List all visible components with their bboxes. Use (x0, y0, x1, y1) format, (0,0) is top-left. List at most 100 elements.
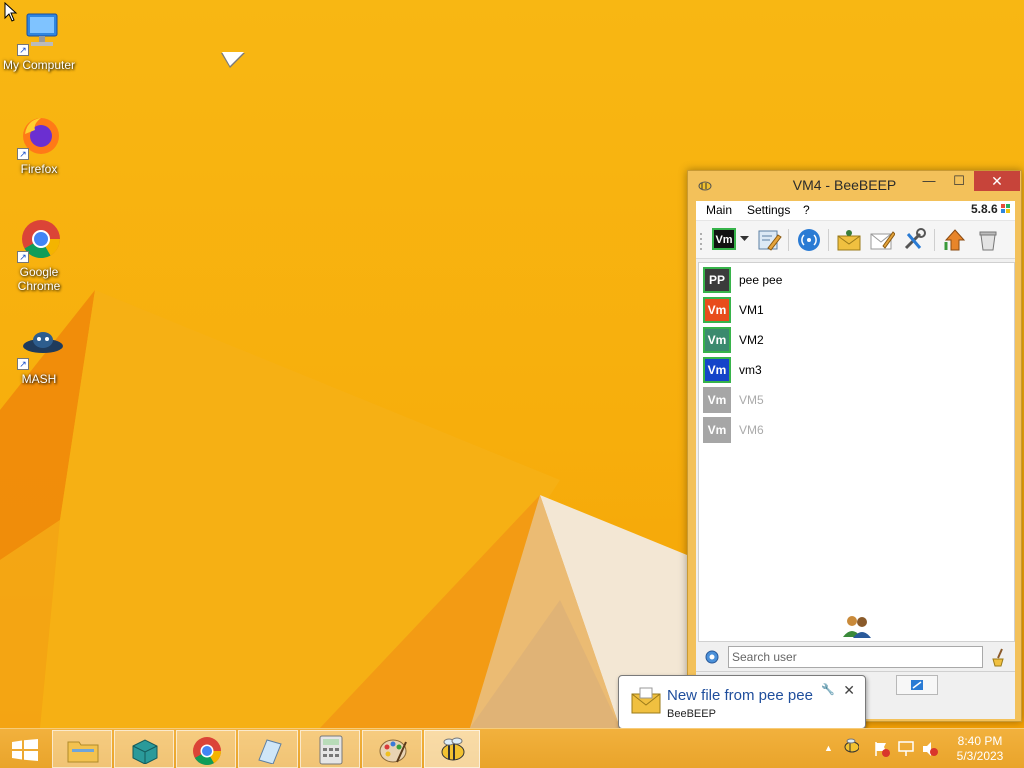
shortcut-arrow-icon: ↗ (17, 44, 29, 56)
settings-gear-icon[interactable] (704, 649, 720, 665)
maximize-button[interactable]: ☐ (946, 171, 972, 191)
taskbar: ▲ 8:40 PM 5/3/2023 (0, 728, 1024, 768)
taskbar-calculator[interactable] (300, 730, 360, 768)
user-list: PP pee pee Vm VM1 Vm VM2 Vm vm3 Vm VM5 V… (698, 262, 1015, 642)
user-avatar: Vm (703, 417, 731, 443)
taskbar-paint[interactable] (362, 730, 422, 768)
desktop-icon-label: Firefox (20, 162, 58, 176)
network-icon[interactable] (898, 741, 914, 757)
desktop-icon-mash[interactable]: ↗ MASH (0, 322, 78, 386)
toolbar-separator (788, 229, 789, 251)
user-row[interactable]: Vm VM1 (703, 297, 1003, 323)
network-button[interactable] (796, 228, 822, 252)
chevron-down-icon (740, 236, 749, 241)
tools-button[interactable] (902, 228, 928, 252)
notification-title: New file from pee pee (667, 687, 813, 704)
user-avatar: PP (703, 267, 731, 293)
computer-icon: ↗ (15, 8, 63, 56)
mash-icon: ↗ (15, 322, 63, 370)
notification-close-button[interactable]: ✕ (843, 682, 855, 699)
bee-icon (441, 737, 465, 761)
notification-source: BeeBEEP (667, 708, 716, 720)
menu-settings[interactable]: Settings (747, 203, 790, 217)
search-user-input[interactable] (728, 646, 983, 668)
beebeep-window[interactable]: VM4 - BeeBEEP — ☐ ✕ Main Settings ? 5.8.… (687, 170, 1022, 722)
menu-main[interactable]: Main (706, 203, 732, 217)
notification-balloon[interactable]: New file from pee pee BeeBEEP 🔧 ✕ (618, 675, 866, 729)
cube-app-icon (132, 739, 158, 764)
shortcut-arrow-icon: ↗ (17, 148, 29, 160)
user-name: VM6 (739, 423, 764, 437)
desktop-icon-label: My Computer (2, 58, 76, 72)
close-button[interactable]: ✕ (974, 171, 1020, 191)
clear-button[interactable] (975, 228, 1001, 252)
user-row[interactable]: Vm VM2 (703, 327, 1003, 353)
window-titlebar[interactable]: VM4 - BeeBEEP — ☐ ✕ (688, 171, 1021, 199)
start-button[interactable] (0, 730, 48, 768)
windows-flag-icon (1001, 204, 1010, 213)
chrome-icon (193, 737, 221, 765)
tab-files[interactable] (896, 675, 938, 695)
user-row[interactable]: Vm VM6 (703, 417, 1003, 443)
minimize-button[interactable]: — (916, 171, 942, 191)
mouse-cursor-icon (4, 2, 18, 22)
update-button[interactable] (942, 228, 968, 252)
notification-settings-icon[interactable]: 🔧 (821, 683, 835, 696)
calculator-icon (319, 735, 343, 765)
shortcut-arrow-icon: ↗ (17, 358, 29, 370)
windows-logo-icon (12, 739, 38, 761)
mail-folder-icon (837, 230, 861, 251)
version-label: 5.8.6 (971, 202, 1011, 216)
clear-search-broom-icon[interactable] (990, 647, 1008, 667)
taskbar-app-cube[interactable] (114, 730, 174, 768)
edit-profile-icon (758, 230, 782, 251)
shortcut-arrow-icon: ↗ (17, 251, 29, 263)
user-row[interactable]: Vm vm3 (703, 357, 1003, 383)
file-transfer-icon (911, 680, 923, 690)
wireless-icon (798, 229, 820, 251)
toolbar: Vm (696, 221, 1015, 259)
volume-muted-icon[interactable] (922, 741, 938, 757)
user-avatar: Vm (703, 387, 731, 413)
taskbar-beebeep[interactable] (424, 730, 480, 768)
taskbar-notes[interactable] (238, 730, 298, 768)
window-client: Main Settings ? 5.8.6 Vm PP pee pee Vm V… (696, 201, 1015, 719)
chrome-icon: ↗ (15, 215, 63, 263)
user-name: vm3 (739, 363, 762, 377)
tools-icon (904, 228, 926, 250)
firefox-icon: ↗ (15, 112, 63, 160)
write-message-button[interactable] (869, 228, 896, 252)
user-avatar: Vm (703, 297, 731, 323)
tray-beebeep-icon[interactable] (843, 737, 859, 753)
taskbar-file-explorer[interactable] (52, 730, 112, 768)
toolbar-separator (828, 229, 829, 251)
desktop-icon-firefox[interactable]: ↗ Firefox (0, 112, 78, 176)
toolbar-grip-icon (700, 233, 702, 250)
clock-date: 5/3/2023 (956, 749, 1004, 763)
upload-arrow-icon (944, 229, 966, 251)
file-share-button[interactable] (836, 228, 862, 252)
taskbar-chrome[interactable] (176, 730, 236, 768)
new-file-mail-icon (631, 687, 661, 714)
user-row[interactable]: PP pee pee (703, 267, 1003, 293)
user-name: VM5 (739, 393, 764, 407)
system-clock[interactable]: 8:40 PM 5/3/2023 (948, 734, 1012, 764)
action-center-flag-icon[interactable] (874, 741, 890, 757)
user-name: VM1 (739, 303, 764, 317)
compose-icon (870, 231, 896, 250)
menu-help[interactable]: ? (803, 203, 810, 217)
users-group-icon[interactable] (841, 613, 873, 639)
clock-time: 8:40 PM (957, 734, 1003, 748)
notepad-icon (258, 739, 282, 764)
toolbar-separator (934, 229, 935, 251)
desktop-icon-label: MASH (21, 372, 57, 386)
user-row[interactable]: Vm VM5 (703, 387, 1003, 413)
search-bar (696, 643, 1015, 671)
status-menu-button[interactable]: Vm (712, 228, 750, 252)
edit-profile-button[interactable] (756, 228, 782, 252)
desktop-icon-google-chrome[interactable]: ↗ Google Chrome (0, 215, 78, 293)
trash-icon (979, 231, 997, 251)
show-hidden-icons-button[interactable]: ▲ (824, 743, 833, 753)
user-name: VM2 (739, 333, 764, 347)
status-badge: Vm (712, 228, 736, 250)
